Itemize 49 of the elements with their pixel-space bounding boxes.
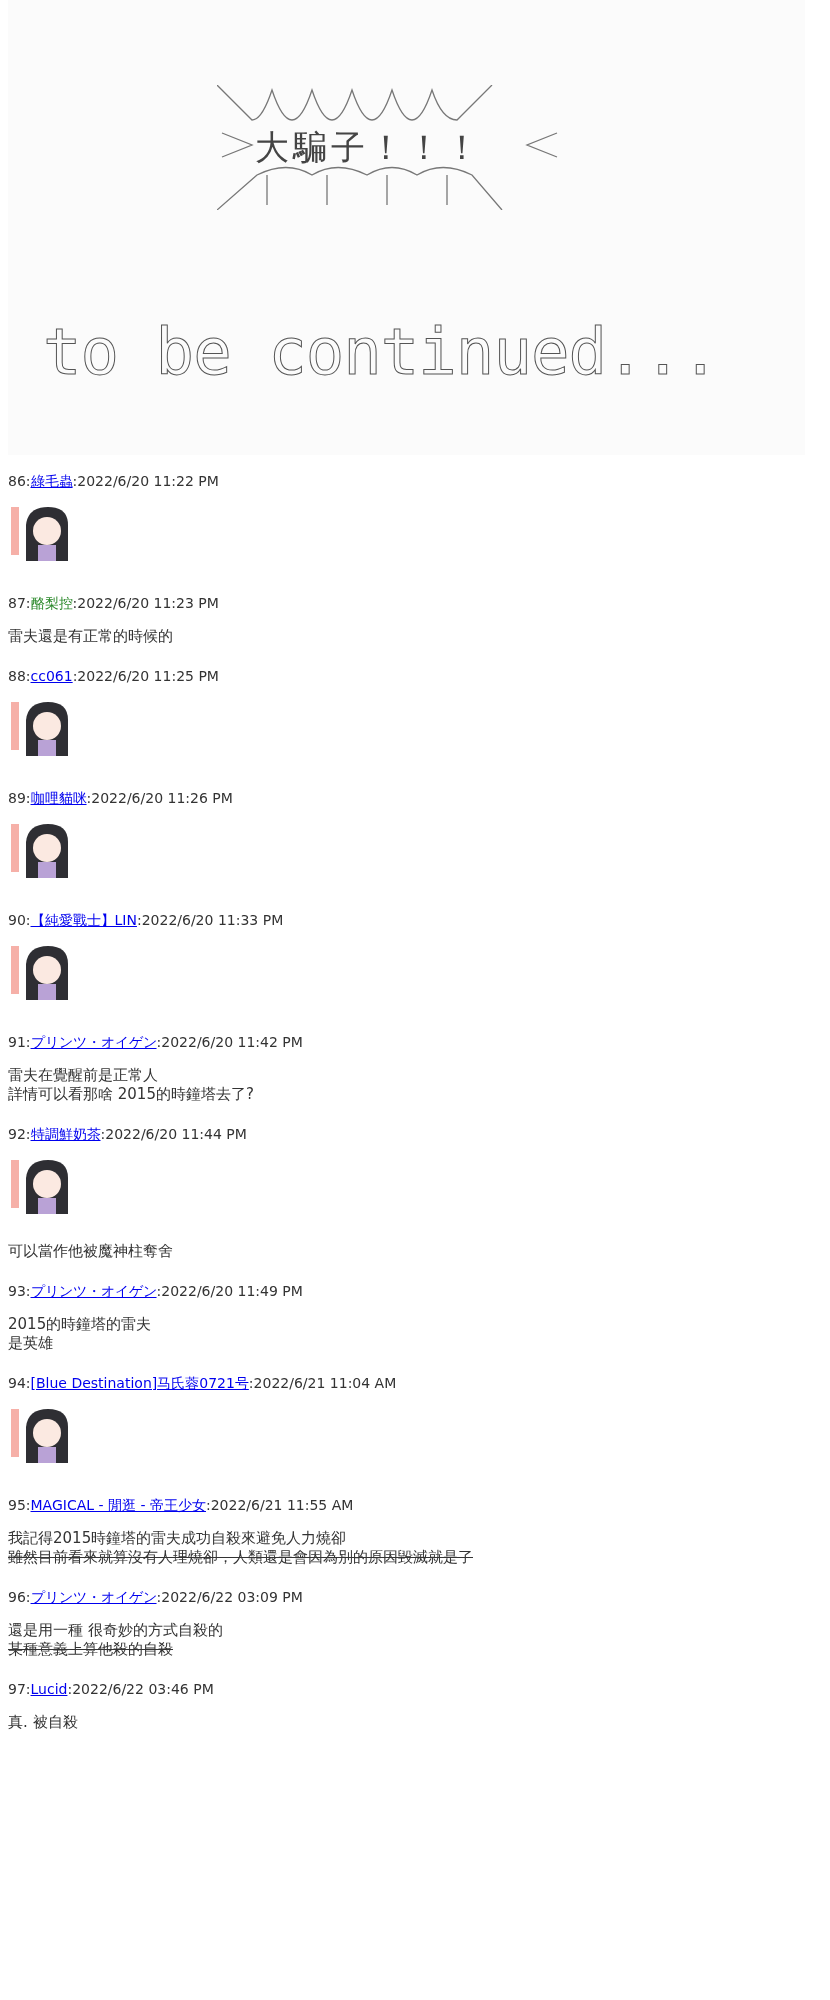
post-text: 我記得2015時鐘塔的雷夫成功自殺來避免人力燒卻 [8,1529,348,1548]
post-number: 88: [8,668,31,684]
shout-text: 大騙子！！！ [254,126,483,169]
post-time: :2022/6/20 11:22 PM [72,473,219,489]
post-text: 詳情可以看那啥 2015的時鐘塔去了? [8,1085,255,1104]
post-number: 93: [8,1283,31,1299]
post-text: 真. 被自殺 [8,1713,79,1732]
post-number: 94: [8,1375,31,1391]
post-text: 還是用一種 很奇妙的方式自殺的 [8,1621,224,1640]
post-text: 雷夫在覺醒前是正常人 [8,1066,159,1085]
post-text: 某種意義上算他殺的自殺 [8,1640,174,1659]
post-time: :2022/6/20 11:23 PM [72,595,219,611]
username: 酪梨控 [30,595,73,611]
post-text: 雖然目前看來就算沒有人理燒卻，人類還是會因為別的原因毀滅就是了 [8,1548,474,1567]
post-time: :2022/6/22 03:46 PM [67,1681,214,1697]
username-link[interactable]: MAGICAL - 閒逛 - 帝王少女 [30,1497,206,1513]
post-number: 91: [8,1034,31,1050]
post-time: :2022/6/20 11:33 PM [136,912,284,928]
post-number: 95: [8,1497,31,1513]
post-number: 89: [8,790,31,806]
post-text: 是英雄 [8,1334,54,1353]
username-link[interactable]: 咖哩貓咪 [30,790,87,806]
post-number: 86: [8,473,31,489]
post-text: 雷夫還是有正常的時候的 [8,627,174,646]
post-number: 87: [8,595,31,611]
post-number: 90: [8,912,31,928]
post-time: :2022/6/21 11:55 AM [206,1497,354,1513]
username-link[interactable]: 【純愛戰士】LIN [30,912,137,928]
post-number: 96: [8,1589,31,1605]
username-link[interactable]: プリンツ・オイゲン [30,1589,157,1605]
post-time: :2022/6/20 11:44 PM [100,1126,247,1142]
post-time: :2022/6/20 11:42 PM [156,1034,303,1050]
post-number: 97: [8,1681,31,1697]
username-link[interactable]: プリンツ・オイゲン [30,1034,157,1050]
username-link[interactable]: [Blue Destination]马氏蓉0721号 [30,1375,249,1391]
username-link[interactable]: Lucid [30,1681,68,1697]
username-link[interactable]: 特調鮮奶茶 [30,1126,101,1142]
post-time: :2022/6/21 11:04 AM [248,1375,397,1391]
post-time: :2022/6/20 11:25 PM [72,668,219,684]
post-text: 2015的時鐘塔的雷夫 [8,1315,153,1334]
username-link[interactable]: cc061 [30,668,73,684]
post-time: :2022/6/22 03:09 PM [156,1589,303,1605]
username-link[interactable]: プリンツ・オイゲン [30,1283,157,1299]
post-time: :2022/6/20 11:26 PM [86,790,233,806]
post-time: :2022/6/20 11:49 PM [156,1283,303,1299]
caption-text: to be continued... [43,320,719,384]
username-link[interactable]: 綠毛蟲 [30,473,73,489]
post-number: 92: [8,1126,31,1142]
post-text: 可以當作他被魔神柱奪舍 [8,1242,174,1261]
